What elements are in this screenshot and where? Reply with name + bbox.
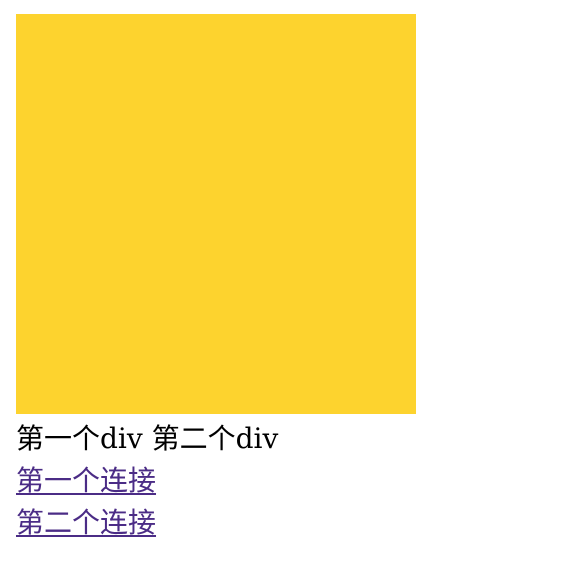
- inline-div-line: 第一个div 第二个div: [16, 420, 556, 458]
- page-content: 第一个div 第二个div 第一个连接 第二个连接: [16, 14, 556, 544]
- links-list: 第一个连接 第二个连接: [16, 460, 556, 544]
- second-link[interactable]: 第二个连接: [16, 502, 156, 544]
- second-div: 第二个div: [151, 422, 279, 455]
- first-div: 第一个div: [16, 422, 143, 455]
- first-link[interactable]: 第一个连接: [16, 460, 156, 502]
- yellow-box: [16, 14, 416, 414]
